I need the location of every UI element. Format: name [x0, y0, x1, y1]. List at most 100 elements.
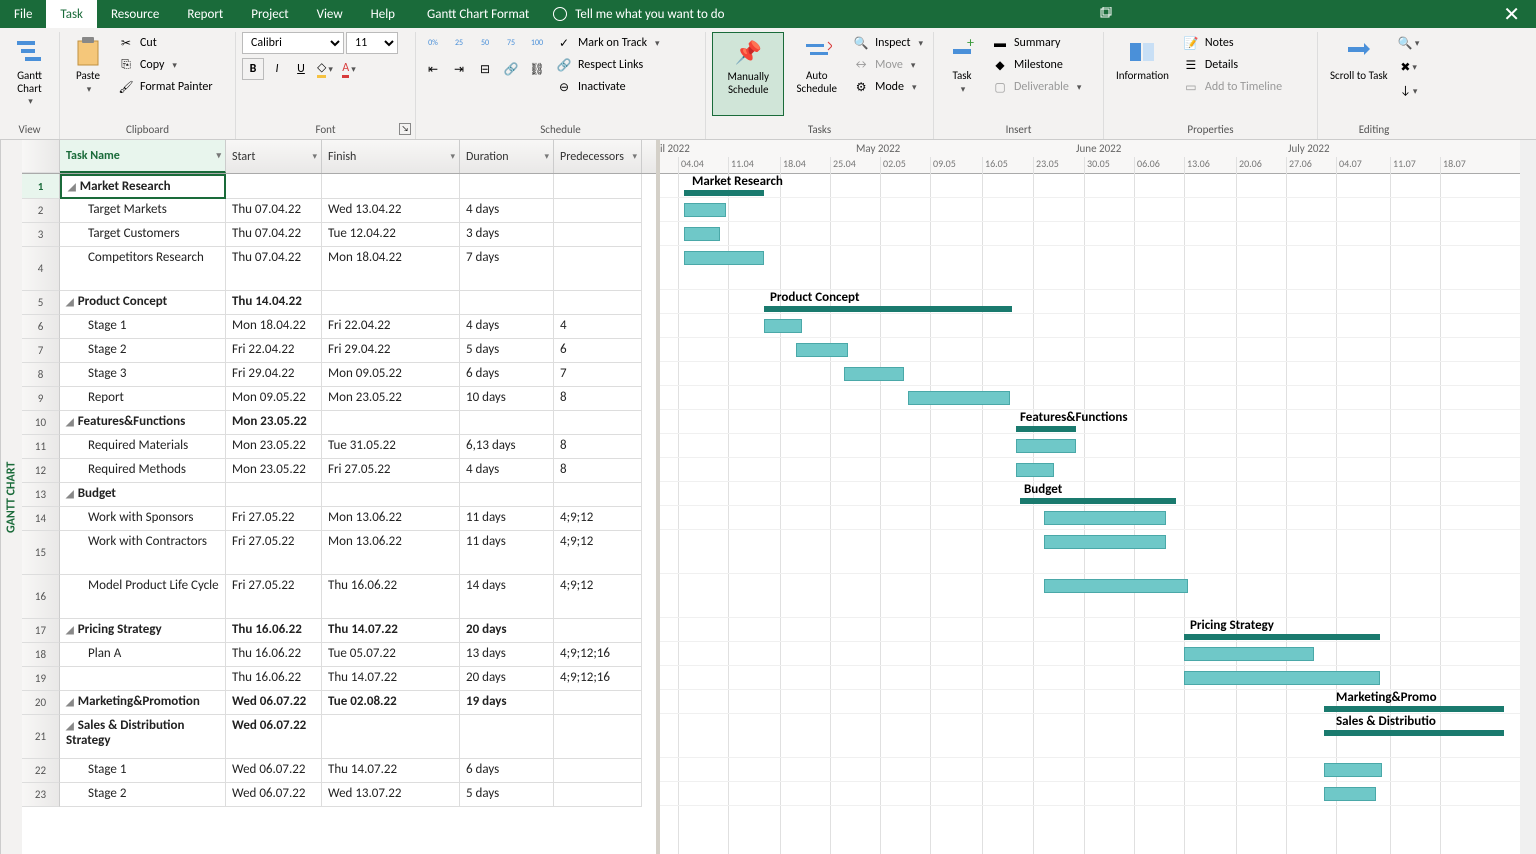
cell-predecessors[interactable]: 4;9;12: [554, 531, 642, 575]
task-bar[interactable]: [764, 319, 802, 333]
cell-task-name[interactable]: ◢Market Research: [60, 174, 226, 199]
cell-task-name[interactable]: ◢Marketing&Promotion: [60, 691, 226, 715]
gantt-chart-view-button[interactable]: Gantt Chart▾: [6, 32, 53, 116]
col-start[interactable]: Start▾: [226, 140, 322, 173]
cell-predecessors[interactable]: 4;9;12: [554, 575, 642, 619]
cell-finish[interactable]: Thu 16.06.22: [322, 575, 460, 619]
cell-start[interactable]: Fri 29.04.22: [226, 363, 322, 387]
cell-finish[interactable]: Tue 31.05.22: [322, 435, 460, 459]
copy-button[interactable]: ⎘Copy▾: [114, 54, 217, 76]
clear-button[interactable]: ✖▾: [1398, 56, 1420, 78]
cell-finish[interactable]: Tue 05.07.22: [322, 643, 460, 667]
summary-bar[interactable]: [1020, 498, 1176, 504]
cell-predecessors[interactable]: [554, 199, 642, 223]
row-header[interactable]: 5: [22, 291, 60, 315]
fill-button[interactable]: ↓▾: [1398, 80, 1420, 102]
cell-start[interactable]: Thu 07.04.22: [226, 199, 322, 223]
cell-task-name[interactable]: ◢Pricing Strategy: [60, 619, 226, 643]
cell-predecessors[interactable]: [554, 411, 642, 435]
auto-schedule-button[interactable]: Auto Schedule: [788, 32, 845, 116]
cell-task-name[interactable]: Stage 2: [60, 339, 226, 363]
cell-duration[interactable]: 10 days: [460, 387, 554, 411]
font-color-button[interactable]: A▾: [338, 58, 360, 80]
cell-start[interactable]: Mon 09.05.22: [226, 387, 322, 411]
cell-predecessors[interactable]: [554, 691, 642, 715]
cell-predecessors[interactable]: 4: [554, 315, 642, 339]
link-button[interactable]: 🔗: [500, 58, 522, 80]
menu-gantt-format[interactable]: Gantt Chart Format: [409, 0, 547, 28]
filter-icon[interactable]: ▾: [216, 150, 221, 161]
menu-file[interactable]: File: [0, 0, 46, 28]
cell-start[interactable]: Thu 16.06.22: [226, 667, 322, 691]
cell-finish[interactable]: [322, 174, 460, 199]
cell-predecessors[interactable]: [554, 174, 642, 199]
cell-finish[interactable]: Tue 02.08.22: [322, 691, 460, 715]
row-header[interactable]: 22: [22, 759, 60, 783]
details-button[interactable]: ☰Details: [1179, 54, 1286, 76]
col-finish[interactable]: Finish▾: [322, 140, 460, 173]
indent-button[interactable]: ⇥: [448, 58, 470, 80]
cell-predecessors[interactable]: [554, 759, 642, 783]
menu-resource[interactable]: Resource: [97, 0, 173, 28]
row-header[interactable]: 2: [22, 199, 60, 223]
insert-task-button[interactable]: + Task▾: [940, 32, 984, 116]
cell-predecessors[interactable]: 8: [554, 459, 642, 483]
cell-finish[interactable]: [322, 715, 460, 759]
italic-button[interactable]: I: [266, 58, 288, 80]
cell-predecessors[interactable]: [554, 715, 642, 759]
cell-duration[interactable]: 6 days: [460, 759, 554, 783]
row-header[interactable]: 6: [22, 315, 60, 339]
inactivate-button[interactable]: ⊖Inactivate: [552, 76, 664, 98]
cell-finish[interactable]: Mon 13.06.22: [322, 531, 460, 575]
menu-task[interactable]: Task: [46, 0, 97, 28]
row-header[interactable]: 19: [22, 667, 60, 691]
cell-finish[interactable]: Tue 12.04.22: [322, 223, 460, 247]
split-task-button[interactable]: ⊟: [474, 58, 496, 80]
cell-start[interactable]: Wed 06.07.22: [226, 759, 322, 783]
font-size-select[interactable]: 11: [346, 32, 398, 54]
summary-bar[interactable]: [1324, 706, 1504, 712]
cell-duration[interactable]: 6 days: [460, 363, 554, 387]
row-header[interactable]: 4: [22, 247, 60, 291]
cell-duration[interactable]: 4 days: [460, 459, 554, 483]
row-header[interactable]: 9: [22, 387, 60, 411]
cell-duration[interactable]: [460, 411, 554, 435]
row-header[interactable]: 8: [22, 363, 60, 387]
bold-button[interactable]: B: [242, 58, 264, 80]
cell-finish[interactable]: Wed 13.07.22: [322, 783, 460, 807]
cell-start[interactable]: Wed 06.07.22: [226, 783, 322, 807]
gantt-chart-area[interactable]: il 2022May 2022June 2022July 202204.0411…: [660, 140, 1536, 854]
row-header[interactable]: 3: [22, 223, 60, 247]
cell-finish[interactable]: Fri 22.04.22: [322, 315, 460, 339]
cell-start[interactable]: Thu 07.04.22: [226, 247, 322, 291]
cell-task-name[interactable]: Target Customers: [60, 223, 226, 247]
cell-finish[interactable]: Mon 13.06.22: [322, 507, 460, 531]
cell-duration[interactable]: [460, 715, 554, 759]
cell-task-name[interactable]: [60, 667, 226, 691]
menu-view[interactable]: View: [303, 0, 357, 28]
col-duration[interactable]: Duration▾: [460, 140, 554, 173]
chevron-down-icon[interactable]: ▾: [450, 151, 455, 162]
row-header[interactable]: 11: [22, 435, 60, 459]
row-header[interactable]: 14: [22, 507, 60, 531]
cell-task-name[interactable]: Work with Sponsors: [60, 507, 226, 531]
task-bar[interactable]: [1016, 463, 1054, 477]
notes-button[interactable]: 📝Notes: [1179, 32, 1286, 54]
summary-button[interactable]: ▬Summary: [988, 32, 1085, 54]
cell-start[interactable]: Mon 23.05.22: [226, 411, 322, 435]
cell-predecessors[interactable]: [554, 223, 642, 247]
cell-finish[interactable]: Mon 23.05.22: [322, 387, 460, 411]
pct-100-button[interactable]: 100: [526, 32, 548, 54]
cell-start[interactable]: Thu 14.04.22: [226, 291, 322, 315]
cell-finish[interactable]: Mon 18.04.22: [322, 247, 460, 291]
task-bar[interactable]: [844, 367, 904, 381]
chevron-down-icon[interactable]: ▾: [544, 151, 549, 162]
task-bar[interactable]: [908, 391, 1010, 405]
cell-finish[interactable]: [322, 291, 460, 315]
cell-start[interactable]: Mon 23.05.22: [226, 435, 322, 459]
cell-task-name[interactable]: ◢Sales & Distribution Strategy: [60, 715, 226, 759]
task-bar[interactable]: [1016, 439, 1076, 453]
cell-predecessors[interactable]: [554, 783, 642, 807]
cell-duration[interactable]: 11 days: [460, 507, 554, 531]
cell-task-name[interactable]: Work with Contractors: [60, 531, 226, 575]
